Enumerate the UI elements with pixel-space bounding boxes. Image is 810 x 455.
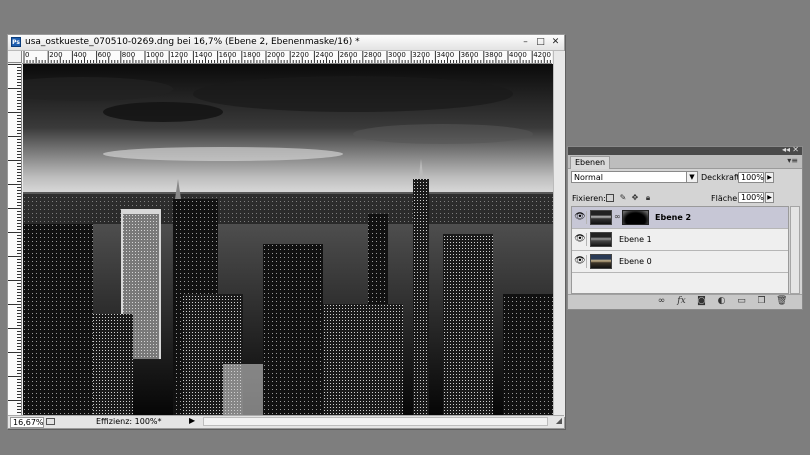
lock-label: Fixieren:: [572, 194, 606, 203]
image-canvas[interactable]: [23, 64, 553, 417]
document-window[interactable]: Ps usa_ostkueste_070510-0269.dng bei 16,…: [7, 34, 565, 429]
layers-list: 👁︎ ∞ Ebene 2 👁︎ Ebene 1 👁︎ Ebene 0: [571, 206, 789, 294]
zoom-field[interactable]: 16,67%: [10, 417, 44, 428]
ruler-label: 2000: [267, 51, 285, 59]
panel-tab-row: Ebenen ▾≡: [568, 155, 802, 169]
document-title: usa_ostkueste_070510-0269.dng bei 16,7% …: [25, 37, 360, 47]
ruler-label: 3800: [484, 51, 503, 59]
panel-header[interactable]: ◂◂ ✕: [568, 145, 802, 155]
panel-footer: ∞ fx ◙ ◐ ▭ ❐ 🗑︎: [568, 294, 802, 309]
horizontal-scrollbar[interactable]: [203, 417, 548, 426]
visibility-eye-icon[interactable]: 👁︎: [574, 233, 587, 246]
ruler-label: 1200: [170, 51, 189, 59]
ruler-label: 1000: [146, 51, 164, 59]
ruler-label: 2400: [315, 51, 334, 59]
ruler-label: 3600: [460, 51, 479, 59]
layer-name[interactable]: Ebene 2: [655, 213, 691, 222]
status-bar: 16,67% Effizienz: 100%* ▶ ◢: [8, 415, 564, 428]
panel-menu-icon[interactable]: ▾≡: [787, 156, 798, 165]
ruler-label: 1600: [218, 51, 237, 59]
ruler-label: 1800: [242, 51, 261, 59]
ruler-label: 400: [73, 51, 87, 59]
ruler-label: 4200: [533, 51, 552, 59]
opacity-field[interactable]: 100%: [738, 172, 764, 183]
close-button[interactable]: ✕: [550, 37, 561, 48]
layer-row-ebene-1[interactable]: 👁︎ Ebene 1: [572, 229, 788, 251]
opacity-arrow-icon[interactable]: ▶: [765, 172, 774, 183]
lock-position-icon[interactable]: ✥: [631, 194, 639, 202]
layer-name[interactable]: Ebene 0: [619, 257, 652, 266]
ruler-label: 200: [49, 51, 63, 59]
layer-thumbnail[interactable]: [590, 254, 612, 269]
layer-row-ebene-0[interactable]: 👁︎ Ebene 0: [572, 251, 788, 273]
maximize-button[interactable]: □: [535, 37, 546, 48]
new-layer-icon[interactable]: ❐: [756, 296, 767, 307]
panel-close-icon[interactable]: ✕: [792, 145, 799, 154]
collapse-icon[interactable]: ◂◂: [782, 145, 790, 154]
document-titlebar[interactable]: Ps usa_ostkueste_070510-0269.dng bei 16,…: [8, 35, 564, 51]
horizontal-ruler[interactable]: 0 200 400 600 800 1000 1200 1400 1600 1800 2000 220…: [22, 51, 552, 64]
layers-panel: ◂◂ ✕ Ebenen ▾≡ Normal ▼ Deckkraft: 100% …: [567, 145, 803, 310]
lock-paint-icon[interactable]: ✎: [619, 194, 627, 202]
blend-mode-select[interactable]: Normal: [571, 171, 698, 183]
chevron-down-icon[interactable]: ▼: [686, 171, 698, 183]
lock-transparency-icon[interactable]: [606, 194, 614, 202]
ruler-label: 600: [97, 51, 111, 59]
layer-name[interactable]: Ebene 1: [619, 235, 652, 244]
ruler-label: 3000: [388, 51, 406, 59]
ruler-label: 3400: [436, 51, 455, 59]
vertical-scrollbar[interactable]: [553, 51, 565, 417]
ruler-label: 2800: [363, 51, 382, 59]
layer-thumbnail[interactable]: [590, 210, 612, 225]
ruler-label: 1400: [194, 51, 213, 59]
opacity-label: Deckkraft:: [701, 173, 743, 182]
layer-mask-thumbnail[interactable]: [622, 210, 649, 225]
trash-icon[interactable]: 🗑︎: [776, 296, 787, 307]
vertical-ruler-ticks: [8, 64, 21, 416]
ruler-label: 3200: [412, 51, 431, 59]
layer-row-ebene-2[interactable]: 👁︎ ∞ Ebene 2: [572, 207, 788, 229]
vertical-ruler[interactable]: [8, 64, 22, 417]
visibility-eye-icon[interactable]: 👁︎: [574, 255, 587, 268]
lock-all-icon[interactable]: 🔒︎: [644, 194, 652, 202]
ruler-label: 0: [25, 51, 30, 59]
link-icon[interactable]: ∞: [656, 296, 667, 307]
chain-link-icon[interactable]: ∞: [614, 212, 621, 221]
adjustment-icon[interactable]: ◐: [716, 296, 727, 307]
cityscape-image: [23, 64, 553, 417]
minimize-button[interactable]: –: [520, 37, 531, 48]
status-menu-arrow[interactable]: ▶: [189, 416, 195, 425]
photoshop-icon: Ps: [11, 37, 21, 47]
fx-icon[interactable]: fx: [676, 296, 687, 307]
layers-scrollbar[interactable]: [790, 206, 800, 294]
ruler-label: 2200: [291, 51, 310, 59]
status-info: Effizienz: 100%*: [96, 417, 162, 426]
fill-label: Fläche:: [711, 194, 740, 203]
visibility-eye-icon[interactable]: 👁︎: [574, 211, 587, 224]
mask-icon[interactable]: ◙: [696, 296, 707, 307]
ruler-origin[interactable]: [8, 51, 22, 63]
resize-grip-icon[interactable]: ◢: [556, 416, 562, 425]
ruler-label: 2600: [339, 51, 358, 59]
layer-thumbnail[interactable]: [590, 232, 612, 247]
fill-arrow-icon[interactable]: ▶: [765, 192, 774, 203]
group-icon[interactable]: ▭: [736, 296, 747, 307]
tab-layers[interactable]: Ebenen: [570, 156, 611, 169]
ruler-label: 4000: [509, 51, 527, 59]
fill-field[interactable]: 100%: [738, 192, 764, 203]
document-info-icon[interactable]: [46, 418, 55, 425]
ruler-label: 800: [121, 51, 136, 59]
